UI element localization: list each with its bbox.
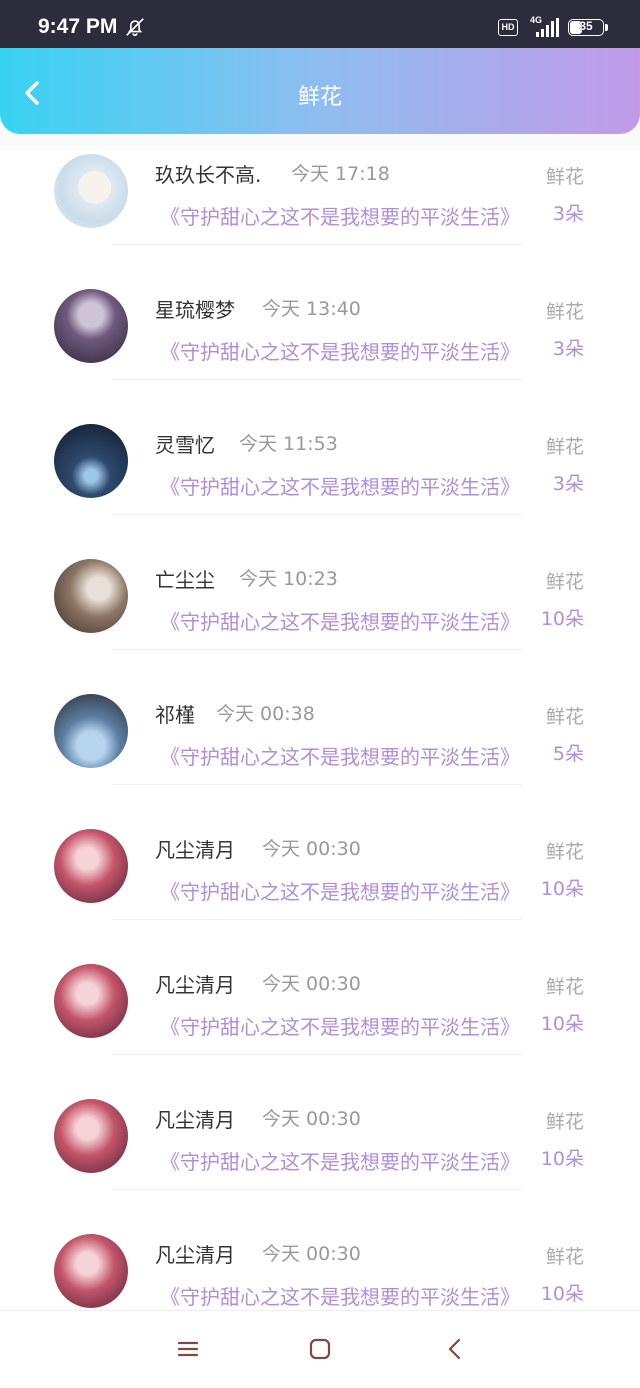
flower-label: 鲜花	[545, 436, 584, 458]
time: 今天 00:30	[262, 1108, 361, 1130]
page-title: 鲜花	[297, 85, 342, 110]
book-title[interactable]: 《守护甜心之这不是我想要的平淡生活》	[160, 1281, 532, 1310]
time: 今天 10:23	[239, 568, 338, 590]
avatar	[54, 289, 128, 363]
user-name: 灵雪忆	[155, 433, 215, 457]
menu-icon[interactable]	[176, 1337, 200, 1361]
user-name: 凡尘清月	[155, 838, 235, 862]
time: 今天 13:40	[262, 298, 361, 320]
divider	[112, 1189, 522, 1190]
divider	[112, 244, 522, 245]
book-title[interactable]: 《守护甜心之这不是我想要的平淡生活》	[160, 606, 532, 635]
list-item[interactable]: 星琉樱梦 今天 13:40 《守护甜心之这不是我想要的平淡生活》 鲜花 3朵	[0, 285, 640, 420]
hd-badge: HD	[498, 19, 518, 36]
time: 今天 17:18	[291, 163, 390, 185]
home-icon[interactable]	[308, 1337, 332, 1361]
divider	[112, 919, 522, 920]
avatar	[54, 424, 128, 498]
user-name: 亡尘尘	[155, 568, 215, 592]
flower-label: 鲜花	[545, 841, 584, 863]
avatar	[54, 154, 128, 228]
user-name: 凡尘清月	[155, 1108, 235, 1132]
status-time: 9:47 PM	[38, 15, 118, 38]
divider	[112, 379, 522, 380]
user-name: 凡尘清月	[155, 1243, 235, 1267]
book-title[interactable]: 《守护甜心之这不是我想要的平淡生活》	[160, 876, 532, 905]
flower-label: 鲜花	[545, 571, 584, 593]
back-icon[interactable]	[443, 1337, 467, 1361]
list-item[interactable]: 凡尘清月 今天 00:30 《守护甜心之这不是我想要的平淡生活》 鲜花 10朵	[0, 960, 640, 1095]
flower-count: 10朵	[540, 878, 584, 900]
divider	[112, 514, 522, 515]
flower-count: 3朵	[552, 473, 584, 495]
flower-count: 5朵	[552, 743, 584, 765]
flower-count: 10朵	[540, 1148, 584, 1170]
flower-list: 玖玖长不高. 今天 17:18 《守护甜心之这不是我想要的平淡生活》 鲜花 3朵…	[0, 150, 640, 1310]
system-nav-bar	[0, 1310, 640, 1388]
book-title[interactable]: 《守护甜心之这不是我想要的平淡生活》	[160, 201, 532, 230]
list-item[interactable]: 凡尘清月 今天 00:30 《守护甜心之这不是我想要的平淡生活》 鲜花 10朵	[0, 1095, 640, 1230]
avatar	[54, 1099, 128, 1173]
flower-count: 10朵	[540, 608, 584, 630]
flower-label: 鲜花	[545, 166, 584, 188]
divider	[112, 784, 522, 785]
avatar	[54, 964, 128, 1038]
time: 今天 00:30	[262, 973, 361, 995]
book-title[interactable]: 《守护甜心之这不是我想要的平淡生活》	[160, 741, 532, 770]
user-name: 祁槿	[155, 703, 195, 727]
user-name: 玖玖长不高.	[155, 163, 262, 187]
flower-label: 鲜花	[545, 706, 584, 728]
divider	[112, 649, 522, 650]
battery-level: 35	[579, 19, 593, 33]
avatar	[54, 559, 128, 633]
avatar	[54, 694, 128, 768]
flower-count: 10朵	[540, 1283, 584, 1305]
list-item[interactable]: 凡尘清月 今天 00:30 《守护甜心之这不是我想要的平淡生活》 鲜花 10朵	[0, 1230, 640, 1310]
avatar	[54, 1234, 128, 1308]
list-item[interactable]: 祁槿 今天 00:38 《守护甜心之这不是我想要的平淡生活》 鲜花 5朵	[0, 690, 640, 825]
user-name: 星琉樱梦	[155, 298, 235, 322]
time: 今天 00:30	[262, 1243, 361, 1265]
flower-count: 10朵	[540, 1013, 584, 1035]
time: 今天 00:30	[262, 838, 361, 860]
list-item[interactable]: 亡尘尘 今天 10:23 《守护甜心之这不是我想要的平淡生活》 鲜花 10朵	[0, 555, 640, 690]
book-title[interactable]: 《守护甜心之这不是我想要的平淡生活》	[160, 1146, 532, 1175]
avatar	[54, 829, 128, 903]
book-title[interactable]: 《守护甜心之这不是我想要的平淡生活》	[160, 336, 532, 365]
battery-icon: 35	[568, 19, 604, 36]
flower-label: 鲜花	[545, 1246, 584, 1268]
flower-count: 3朵	[552, 338, 584, 360]
flower-label: 鲜花	[545, 1111, 584, 1133]
list-item[interactable]: 凡尘清月 今天 00:30 《守护甜心之这不是我想要的平淡生活》 鲜花 10朵	[0, 825, 640, 960]
flower-count: 3朵	[552, 203, 584, 225]
battery-tip	[605, 24, 608, 31]
book-title[interactable]: 《守护甜心之这不是我想要的平淡生活》	[160, 1011, 532, 1040]
list-item[interactable]: 灵雪忆 今天 11:53 《守护甜心之这不是我想要的平淡生活》 鲜花 3朵	[0, 420, 640, 555]
time: 今天 00:38	[216, 703, 315, 725]
signal-icon	[536, 18, 559, 37]
list-item[interactable]: 玖玖长不高. 今天 17:18 《守护甜心之这不是我想要的平淡生活》 鲜花 3朵	[0, 150, 640, 285]
book-title[interactable]: 《守护甜心之这不是我想要的平淡生活》	[160, 471, 532, 500]
bell-off-icon	[126, 18, 144, 37]
user-name: 凡尘清月	[155, 973, 235, 997]
divider	[112, 1054, 522, 1055]
time: 今天 11:53	[239, 433, 338, 455]
nav-header: 鲜花	[0, 48, 640, 134]
flower-label: 鲜花	[545, 301, 584, 323]
flower-label: 鲜花	[545, 976, 584, 998]
